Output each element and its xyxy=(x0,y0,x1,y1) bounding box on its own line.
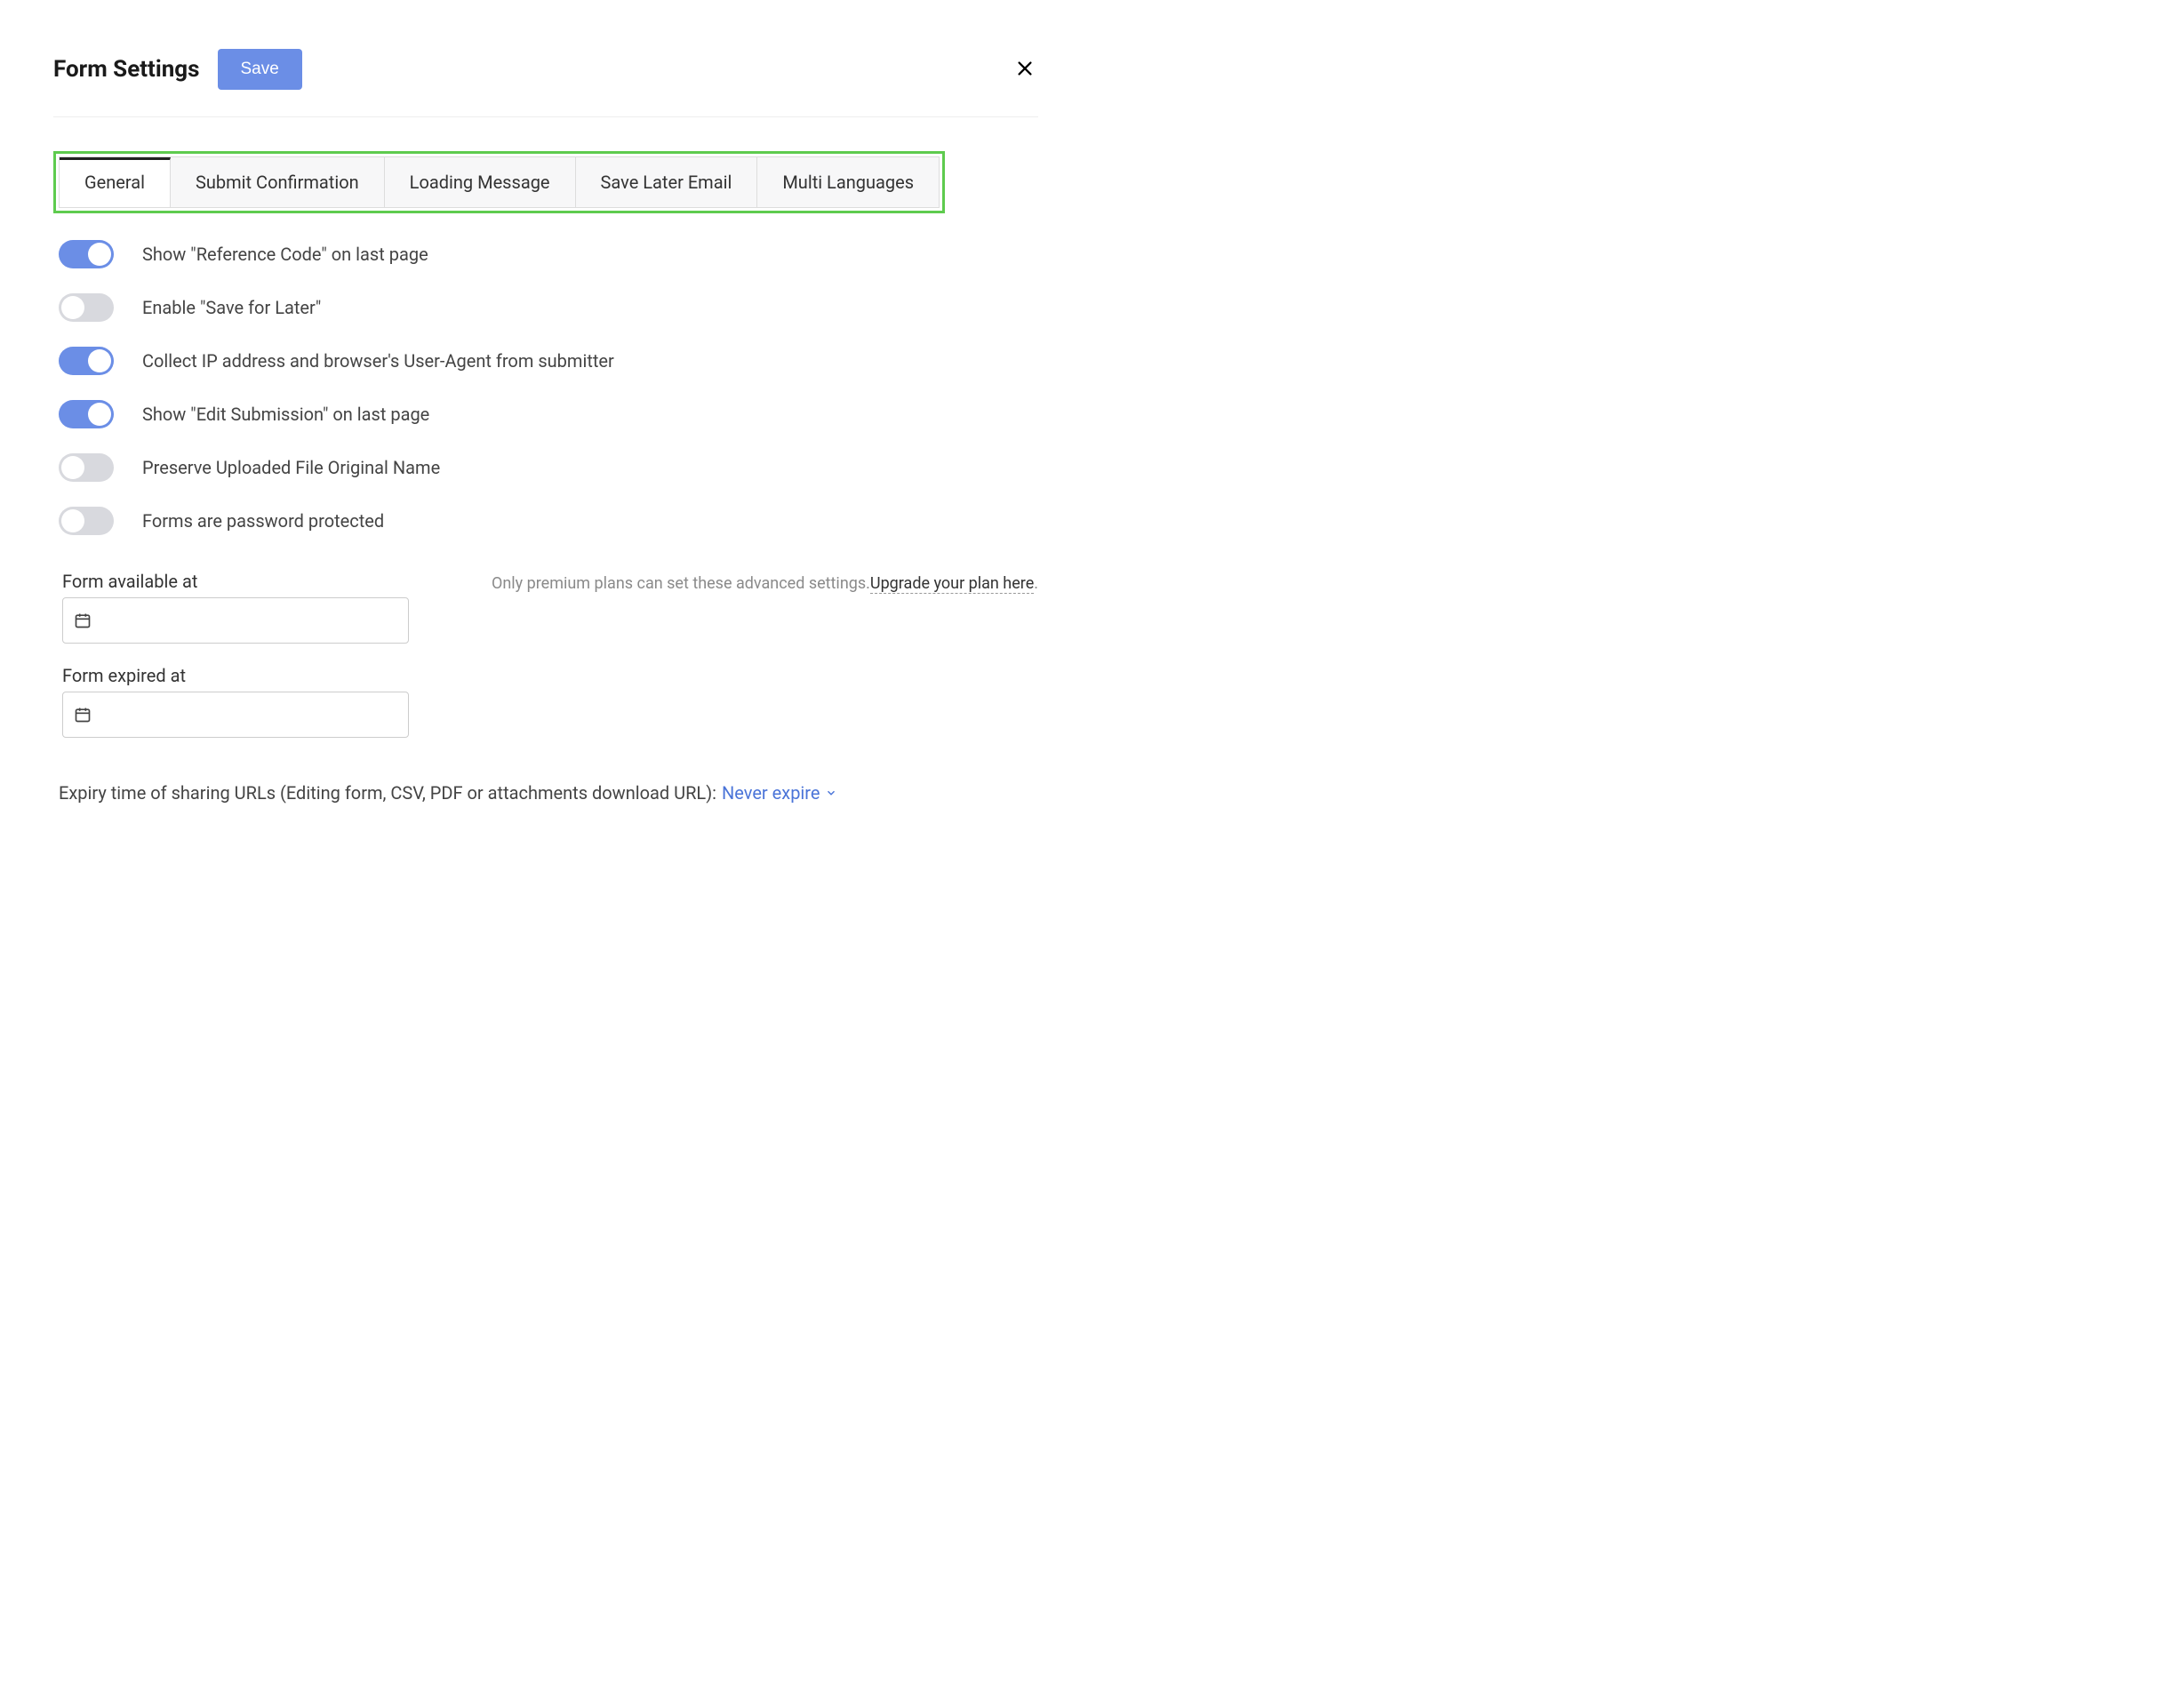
calendar-icon xyxy=(74,612,92,629)
toggle-knob xyxy=(61,456,84,479)
toggle-knob xyxy=(61,296,84,319)
setting-row-password-protected: Forms are password protected xyxy=(59,507,1038,535)
tab-multi-languages[interactable]: Multi Languages xyxy=(757,157,939,207)
upgrade-plan-link[interactable]: Upgrade your plan here xyxy=(870,574,1034,594)
toggle-preserve-filename[interactable] xyxy=(59,453,114,482)
save-button[interactable]: Save xyxy=(218,49,302,90)
setting-row-reference-code: Show "Reference Code" on last page xyxy=(59,240,1038,268)
toggle-password-protected[interactable] xyxy=(59,507,114,535)
toggle-collect-ip[interactable] xyxy=(59,347,114,375)
expiry-label: Expiry time of sharing URLs (Editing for… xyxy=(59,782,716,804)
toggle-knob xyxy=(61,509,84,532)
date-section: Form available at Form expired at Only p… xyxy=(53,571,1038,738)
expiry-dropdown[interactable]: Never expire xyxy=(722,782,837,804)
tab-loading-message[interactable]: Loading Message xyxy=(385,157,576,207)
chevron-down-icon xyxy=(825,787,837,799)
tab-submit-confirmation[interactable]: Submit Confirmation xyxy=(171,157,385,207)
calendar-icon xyxy=(74,706,92,724)
toggle-save-for-later[interactable] xyxy=(59,293,114,322)
form-expired-field: Form expired at xyxy=(62,665,409,738)
tabs: General Submit Confirmation Loading Mess… xyxy=(59,156,940,208)
settings-list: Show "Reference Code" on last page Enabl… xyxy=(53,240,1038,535)
expiry-selected: Never expire xyxy=(722,782,820,804)
tab-save-later-email[interactable]: Save Later Email xyxy=(576,157,758,207)
premium-note-period: . xyxy=(1034,574,1038,593)
toggle-reference-code[interactable] xyxy=(59,240,114,268)
setting-row-edit-submission: Show "Edit Submission" on last page xyxy=(59,400,1038,428)
toggle-edit-submission[interactable] xyxy=(59,400,114,428)
toggle-knob xyxy=(88,403,111,426)
form-expired-label: Form expired at xyxy=(62,665,409,686)
close-button[interactable] xyxy=(1012,55,1038,84)
close-icon xyxy=(1015,59,1035,78)
form-available-input[interactable] xyxy=(62,597,409,644)
page-title: Form Settings xyxy=(53,56,200,83)
setting-row-preserve-filename: Preserve Uploaded File Original Name xyxy=(59,453,1038,482)
tabs-highlight-box: General Submit Confirmation Loading Mess… xyxy=(53,151,945,213)
toggle-knob xyxy=(88,243,111,266)
tab-general[interactable]: General xyxy=(60,157,171,207)
setting-row-collect-ip: Collect IP address and browser's User-Ag… xyxy=(59,347,1038,375)
form-available-label: Form available at xyxy=(62,571,409,592)
premium-note: Only premium plans can set these advance… xyxy=(492,571,1038,593)
header: Form Settings Save xyxy=(53,49,1038,117)
setting-label: Collect IP address and browser's User-Ag… xyxy=(142,350,614,372)
date-fields: Form available at Form expired at xyxy=(62,571,409,738)
setting-label: Show "Edit Submission" on last page xyxy=(142,404,429,425)
setting-label: Show "Reference Code" on last page xyxy=(142,244,428,265)
setting-label: Preserve Uploaded File Original Name xyxy=(142,457,440,478)
toggle-knob xyxy=(88,349,111,372)
expiry-row: Expiry time of sharing URLs (Editing for… xyxy=(53,782,1038,804)
form-available-field: Form available at xyxy=(62,571,409,644)
premium-note-text: Only premium plans can set these advance… xyxy=(492,574,870,593)
setting-label: Enable "Save for Later" xyxy=(142,297,321,318)
setting-row-save-for-later: Enable "Save for Later" xyxy=(59,293,1038,322)
form-expired-input[interactable] xyxy=(62,692,409,738)
header-left: Form Settings Save xyxy=(53,49,302,90)
setting-label: Forms are password protected xyxy=(142,510,384,532)
